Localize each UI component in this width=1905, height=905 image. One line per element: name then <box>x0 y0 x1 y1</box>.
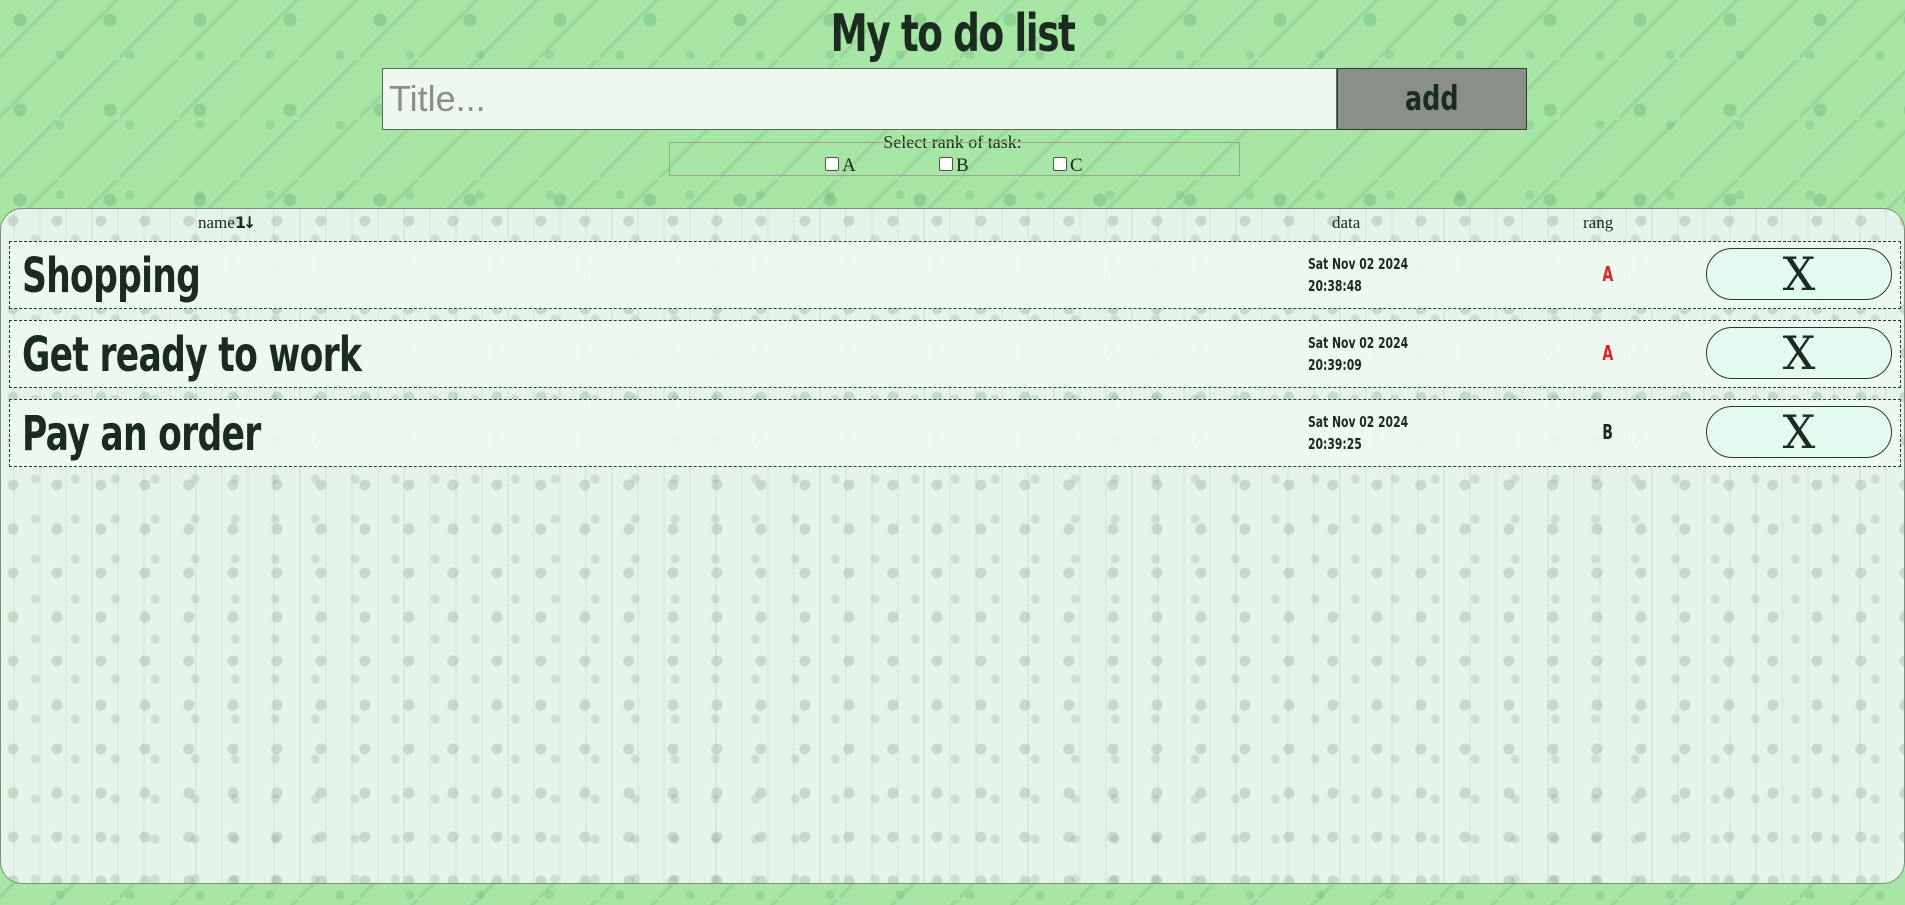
task-rank: B <box>1602 420 1613 444</box>
task-title-input[interactable] <box>382 68 1337 130</box>
column-header-date: data <box>1332 213 1361 232</box>
task-date-time: 20:39:25 <box>1308 435 1362 453</box>
task-date-day: Sat Nov 02 2024 <box>1308 413 1409 431</box>
rank-option-a[interactable]: A <box>825 155 856 177</box>
rank-option-c[interactable]: C <box>1053 155 1083 177</box>
add-button-label: add <box>1405 79 1459 119</box>
delete-task-button[interactable]: X <box>1706 326 1892 380</box>
task-list-panel <box>0 208 1905 884</box>
column-header-rank: rang <box>1583 213 1614 232</box>
task-date-time: 20:38:48 <box>1308 277 1362 295</box>
task-row: Pay an order Sat Nov 02 2024 20:39:25 B … <box>9 399 1901 467</box>
page-title: My to do list <box>830 4 1075 64</box>
task-name: Get ready to work <box>22 327 362 383</box>
rank-selector: A B C <box>669 142 1240 176</box>
rank-b-checkbox[interactable] <box>939 157 953 171</box>
rank-c-checkbox[interactable] <box>1053 157 1067 171</box>
task-date: Sat Nov 02 2024 20:39:09 <box>1308 332 1408 376</box>
add-task-form: add <box>382 68 1527 130</box>
rank-b-label: B <box>956 155 969 176</box>
rank-option-b[interactable]: B <box>939 155 969 177</box>
rank-a-checkbox[interactable] <box>825 157 839 171</box>
task-name: Pay an order <box>22 406 261 462</box>
task-row: Shopping Sat Nov 02 2024 20:38:48 A X <box>9 241 1901 309</box>
task-date-day: Sat Nov 02 2024 <box>1308 255 1409 273</box>
delete-task-button[interactable]: X <box>1706 247 1892 301</box>
column-header-name-label: name <box>198 213 235 232</box>
rank-c-label: C <box>1070 155 1083 176</box>
add-button[interactable]: add <box>1337 68 1527 130</box>
task-date-time: 20:39:09 <box>1308 356 1362 374</box>
task-rank: A <box>1602 262 1614 286</box>
task-date: Sat Nov 02 2024 20:38:48 <box>1308 253 1408 297</box>
task-rank: A <box>1602 341 1614 365</box>
task-name: Shopping <box>22 248 201 304</box>
column-header-name[interactable]: name1↓ <box>198 213 256 233</box>
task-date: Sat Nov 02 2024 20:39:25 <box>1308 411 1408 455</box>
delete-task-button[interactable]: X <box>1706 405 1892 459</box>
rank-a-label: A <box>842 155 856 176</box>
sort-toggle-icon[interactable]: 1↓ <box>235 213 256 232</box>
task-row: Get ready to work Sat Nov 02 2024 20:39:… <box>9 320 1901 388</box>
task-date-day: Sat Nov 02 2024 <box>1308 334 1409 352</box>
